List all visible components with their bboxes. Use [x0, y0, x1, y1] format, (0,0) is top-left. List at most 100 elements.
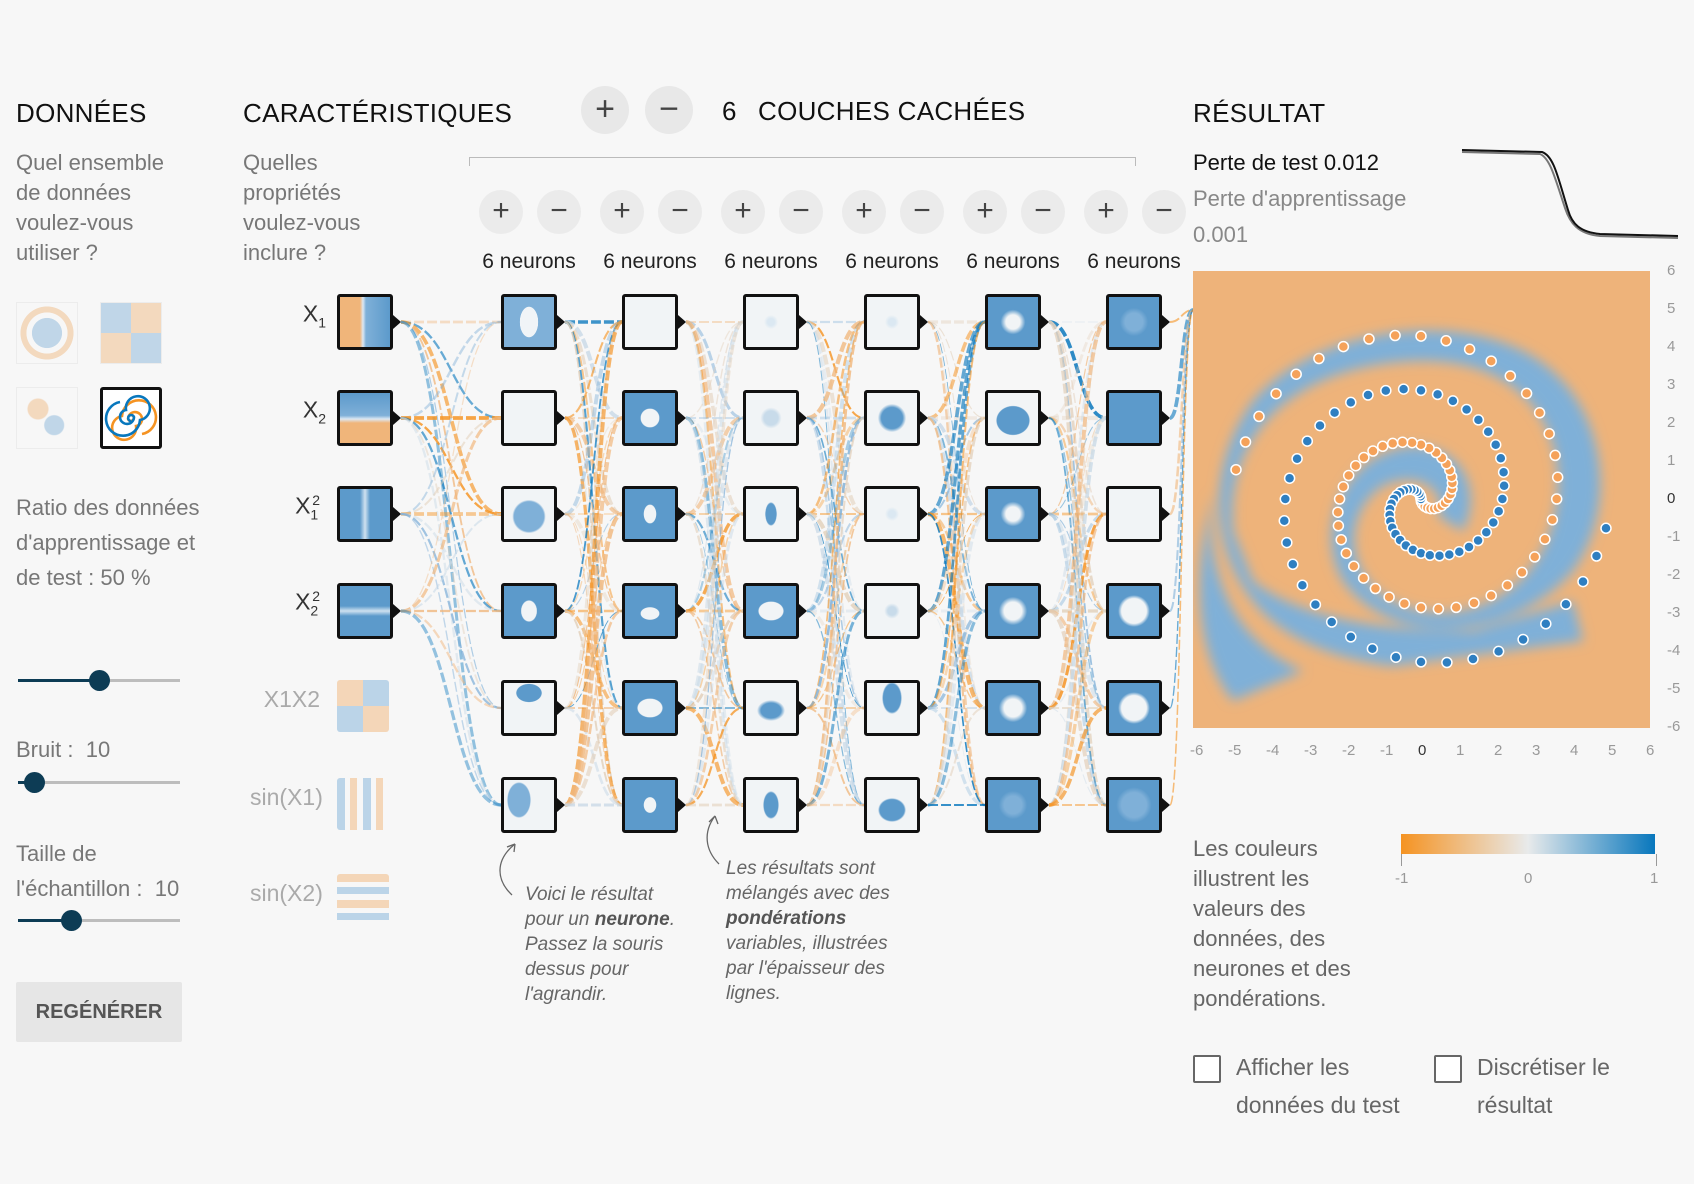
neuron-l5-n3[interactable]: [985, 486, 1041, 542]
neuron-note: Voici le résultat pour un neurone. Passe…: [525, 882, 695, 1007]
output-section-title: RÉSULTAT: [1193, 98, 1326, 128]
discretize-output-checkbox[interactable]: [1434, 1055, 1462, 1083]
neuron-l6-n6[interactable]: [1106, 777, 1162, 833]
add-neuron-button-layer-5[interactable]: +: [963, 190, 1007, 234]
neuron-l3-n6[interactable]: [743, 777, 799, 833]
data-point: [1283, 472, 1296, 484]
test-loss: Perte de test 0.012: [1193, 150, 1379, 176]
neuron-l3-n3[interactable]: [743, 486, 799, 542]
neuron-l1-n6[interactable]: [501, 777, 557, 833]
y-axis-tick: 0: [1667, 490, 1676, 507]
x-axis-tick: 2: [1494, 742, 1503, 759]
data-point: [1337, 340, 1350, 353]
neuron-l5-n1[interactable]: [985, 294, 1041, 350]
discretize-output-label[interactable]: Discrétiser le résultat: [1477, 1048, 1637, 1124]
neuron-output-arrow: [1162, 604, 1170, 618]
data-point: [1230, 463, 1242, 476]
data-point: [1349, 459, 1362, 472]
show-test-data-label[interactable]: Afficher les données du test: [1236, 1048, 1416, 1124]
add-neuron-button-layer-6[interactable]: +: [1084, 190, 1128, 234]
neuron-output-arrow: [678, 507, 686, 521]
neuron-l5-n4[interactable]: [985, 583, 1041, 639]
remove-neuron-button-layer-5[interactable]: −: [1021, 190, 1065, 234]
color-legend-bar: [1401, 834, 1655, 854]
neuron-l6-n4[interactable]: [1106, 583, 1162, 639]
neuron-l4-n4[interactable]: [864, 583, 920, 639]
x-axis-tick: -2: [1342, 742, 1356, 759]
data-point: [1480, 526, 1493, 539]
data-point: [1301, 435, 1314, 447]
neuron-output-arrow: [1041, 798, 1049, 812]
add-neuron-button-layer-4[interactable]: +: [842, 190, 886, 234]
remove-neuron-button-layer-6[interactable]: −: [1142, 190, 1186, 234]
neuron-l4-n6[interactable]: [864, 777, 920, 833]
neuron-l2-n2[interactable]: [622, 390, 678, 446]
neuron-count-layer-3: 6 neurons: [724, 250, 818, 273]
remove-neuron-button-layer-1[interactable]: −: [537, 190, 581, 234]
neuron-count-layer-6: 6 neurons: [1087, 250, 1181, 273]
neuron-l5-n5[interactable]: [985, 680, 1041, 736]
neuron-output-arrow: [920, 507, 928, 521]
neuron-l1-n2[interactable]: [501, 390, 557, 446]
neuron-l3-n1[interactable]: [743, 294, 799, 350]
data-point: [1520, 387, 1533, 400]
neuron-l4-n3[interactable]: [864, 486, 920, 542]
legend-ticks-lines: [1401, 854, 1657, 866]
data-point: [1468, 597, 1480, 609]
test-loss-label: Perte de test: [1193, 150, 1318, 175]
neuron-l6-n1[interactable]: [1106, 294, 1162, 350]
remove-neuron-button-layer-4[interactable]: −: [900, 190, 944, 234]
neuron-l3-n2[interactable]: [743, 390, 799, 446]
data-point: [1498, 480, 1510, 492]
data-point: [1270, 387, 1282, 400]
data-point: [1287, 558, 1299, 571]
neuron-l3-n5[interactable]: [743, 680, 799, 736]
neuron-l2-n1[interactable]: [622, 294, 678, 350]
neuron-l5-n6[interactable]: [985, 777, 1041, 833]
neuron-l6-n3[interactable]: [1106, 486, 1162, 542]
train-loss-value: 0.001: [1193, 222, 1249, 247]
data-point: [1497, 466, 1510, 478]
neuron-l4-n5[interactable]: [864, 680, 920, 736]
neuron-output-arrow: [1162, 507, 1170, 521]
neuron-l6-n2[interactable]: [1106, 390, 1162, 446]
remove-neuron-button-layer-3[interactable]: −: [779, 190, 823, 234]
data-point: [1560, 598, 1572, 611]
neuron-l4-n2[interactable]: [864, 390, 920, 446]
neuron-output-arrow: [557, 798, 565, 812]
data-point: [1396, 436, 1409, 448]
neuron-output-arrow: [920, 604, 928, 618]
remove-neuron-button-layer-2[interactable]: −: [658, 190, 702, 234]
neuron-l6-n5[interactable]: [1106, 680, 1162, 736]
neuron-output-arrow: [799, 798, 807, 812]
add-neuron-button-layer-2[interactable]: +: [600, 190, 644, 234]
data-point: [1443, 548, 1456, 561]
neuron-output-arrow: [1041, 411, 1049, 425]
y-axis-tick: 3: [1667, 376, 1676, 393]
neuron-l5-n2[interactable]: [985, 390, 1041, 446]
data-point: [1386, 437, 1399, 450]
neuron-l2-n3[interactable]: [622, 486, 678, 542]
neuron-output-arrow: [1162, 315, 1170, 329]
neuron-l1-n5[interactable]: [501, 680, 557, 736]
add-neuron-button-layer-3[interactable]: +: [721, 190, 765, 234]
neuron-output-arrow: [920, 798, 928, 812]
data-point: [1296, 579, 1309, 591]
y-axis-tick: -6: [1667, 718, 1681, 735]
neuron-l3-n4[interactable]: [743, 583, 799, 639]
data-point: [1290, 368, 1302, 380]
data-point: [1340, 547, 1353, 559]
neuron-l2-n6[interactable]: [622, 777, 678, 833]
neuron-l1-n4[interactable]: [501, 583, 557, 639]
data-point: [1441, 656, 1453, 669]
neuron-l1-n1[interactable]: [501, 294, 557, 350]
neuron-l2-n4[interactable]: [622, 583, 678, 639]
add-neuron-button-layer-1[interactable]: +: [479, 190, 523, 234]
neuron-l2-n5[interactable]: [622, 680, 678, 736]
train-loss-label: Perte d'apprentissage: [1193, 186, 1407, 211]
data-point: [1380, 384, 1392, 397]
show-test-data-checkbox[interactable]: [1193, 1055, 1221, 1083]
x-axis-tick: 5: [1608, 742, 1617, 759]
neuron-l1-n3[interactable]: [501, 486, 557, 542]
neuron-l4-n1[interactable]: [864, 294, 920, 350]
